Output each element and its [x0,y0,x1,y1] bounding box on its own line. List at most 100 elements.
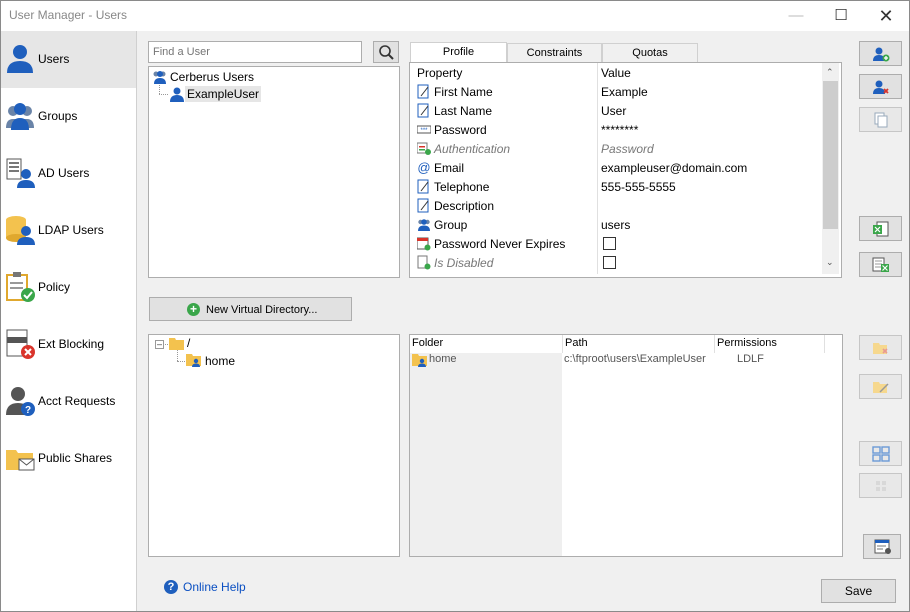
tab-quotas[interactable]: Quotas [602,43,698,63]
save-button[interactable]: Save [821,579,896,603]
collapse-toggle[interactable]: – [155,340,164,349]
tree-root-label[interactable]: Cerberus Users [170,70,254,84]
sidebar-item-ldap-users[interactable]: LDAP Users [1,202,136,259]
folder-path: c:\ftproot\users\ExampleUser [564,353,706,365]
tab-constraints[interactable]: Constraints [507,43,602,63]
scroll-thumb[interactable] [823,81,838,229]
sidebar-item-public-shares[interactable]: Public Shares [1,430,136,487]
svg-text:***: *** [420,128,428,134]
help-icon[interactable]: ? [164,580,178,594]
property-name: Authentication [434,142,511,156]
property-value[interactable]: users [601,218,630,232]
dir-root-label[interactable]: / [187,336,190,350]
delete-directory-button[interactable] [859,335,902,360]
public-shares-icon [6,450,35,471]
path-column-header[interactable]: Path [565,337,588,354]
table-row[interactable]: Telephone 555-555-5555 [412,177,822,196]
small-grid-icon [876,481,886,491]
table-row[interactable]: First Name Example [412,82,822,101]
online-help-link[interactable]: Online Help [183,580,246,594]
import-users-button[interactable] [859,216,902,241]
is-disabled-checkbox[interactable] [603,256,616,269]
ext-blocking-icon [6,329,35,359]
property-value[interactable]: Password [601,142,654,156]
sidebar-item-groups[interactable]: Groups [1,88,136,145]
properties-icon [874,539,891,554]
new-virtual-directory-label: New Virtual Directory... [206,304,318,316]
edit-directory-button[interactable] [859,374,902,399]
table-row[interactable]: Description [412,196,822,215]
disabled-user-icon [417,255,431,270]
column-separator [597,63,598,274]
property-name: Last Name [434,104,493,118]
directory-properties-button[interactable] [863,534,901,559]
delete-user-icon [873,80,889,94]
scroll-down-icon[interactable]: ⌄ [826,257,834,268]
folder-icon [169,338,184,350]
export-users-button[interactable] [859,252,902,277]
property-name: Password [434,123,487,137]
tab-profile[interactable]: Profile [410,42,507,63]
scroll-up-icon[interactable]: ⌃ [826,67,834,78]
close-button[interactable]: ✕ [863,1,909,31]
table-row[interactable]: Authentication Password [412,139,822,158]
password-icon: *** [417,125,431,134]
edit-doc-icon [417,198,429,213]
email-icon: @ [417,160,430,175]
user-folder-icon [412,354,427,367]
new-virtual-directory-button[interactable]: + New Virtual Directory... [149,297,352,321]
tree-user-item[interactable]: ExampleUser [185,86,262,102]
policy-icon [6,272,35,302]
delete-user-button[interactable] [859,74,902,99]
property-name: Group [434,218,468,232]
copy-user-button[interactable] [859,107,902,132]
delete-folder-icon [873,343,888,354]
property-name: Description [434,199,495,213]
sidebar-item-users[interactable]: Users [1,31,136,88]
table-row[interactable]: Is Disabled [412,253,822,272]
minimize-button[interactable]: — [773,1,819,31]
edit-doc-icon [417,84,429,99]
sidebar-item-ext-blocking[interactable]: Ext Blocking [1,316,136,373]
search-button[interactable] [373,41,399,63]
add-user-button[interactable] [859,41,902,66]
sidebar-item-label: Public Shares [38,451,113,465]
find-user-input[interactable] [148,41,362,63]
sidebar-item-label: Ext Blocking [38,337,105,351]
property-name: Password Never Expires [434,237,566,251]
property-value[interactable]: ******** [601,123,638,137]
sidebar-item-policy[interactable]: Policy [1,259,136,316]
groups-icon [153,71,166,84]
property-name: Telephone [434,180,490,194]
table-row[interactable]: Password Never Expires [412,234,822,253]
sidebar: Users Groups AD Users LDAP Users Policy … [1,31,137,611]
table-row[interactable]: Group users [412,215,822,234]
property-value[interactable]: Example [601,85,648,99]
table-row[interactable]: *** Password ******** [412,120,822,139]
table-row[interactable]: @ Email exampleuser@domain.com [412,158,822,177]
edit-doc-icon [417,103,429,118]
sidebar-item-acct-requests[interactable]: ? Acct Requests [1,373,136,430]
excel-import-icon [873,221,889,237]
folder-column-header[interactable]: Folder [412,337,443,354]
user-icon [7,45,33,73]
svg-text:?: ? [25,405,31,416]
edit-doc-icon [417,179,429,194]
permissions-column-header[interactable]: Permissions [717,337,777,354]
sidebar-item-ad-users[interactable]: AD Users [1,145,136,202]
property-value[interactable]: 555-555-5555 [601,180,676,194]
excel-export-icon [872,257,889,272]
maximize-button[interactable]: ☐ [818,1,864,31]
password-never-expires-checkbox[interactable] [603,237,616,250]
ad-users-icon [6,158,35,188]
table-row[interactable]: Last Name User [412,101,822,120]
directory-tree: – / home [148,334,400,557]
property-value[interactable]: User [601,104,626,118]
collapse-all-button[interactable] [859,473,902,498]
folder-name: home [429,353,457,365]
property-value[interactable]: exampleuser@domain.com [601,161,747,175]
dir-home-label[interactable]: home [205,354,235,368]
user-tree: Cerberus Users ExampleUser [148,66,400,278]
sidebar-item-label: Policy [38,280,71,294]
expand-all-button[interactable] [859,441,902,466]
